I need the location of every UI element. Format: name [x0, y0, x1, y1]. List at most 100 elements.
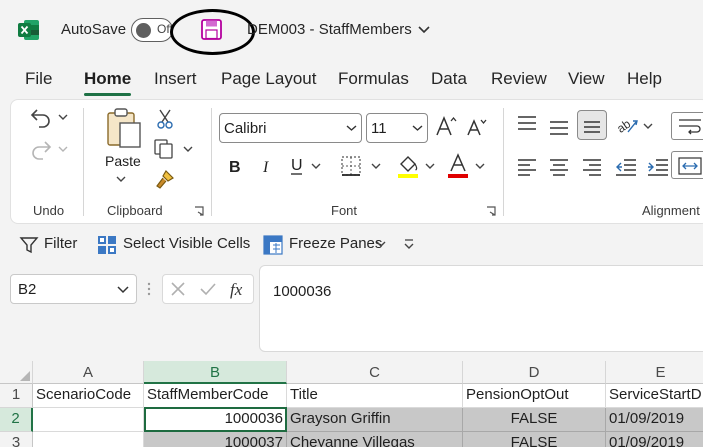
tab-page-layout[interactable]: Page Layout	[221, 69, 316, 89]
bottom-align-button[interactable]	[577, 110, 607, 140]
paste-label[interactable]: Paste	[105, 153, 141, 169]
align-right-icon[interactable]	[581, 158, 603, 176]
undo-chevron-icon[interactable]	[58, 113, 68, 121]
orientation-chevron-icon[interactable]	[643, 122, 653, 130]
filter-button[interactable]: Filter	[44, 235, 77, 252]
autosave-toggle[interactable]: Off	[131, 18, 173, 42]
tab-review[interactable]: Review	[491, 69, 547, 89]
chevron-down-icon[interactable]	[417, 24, 431, 36]
cell-a1[interactable]: ScenarioCode	[33, 384, 144, 408]
fill-color-icon[interactable]	[397, 153, 419, 179]
borders-icon[interactable]	[340, 155, 362, 177]
chevron-down-icon	[117, 286, 129, 294]
cell-b3[interactable]: 1000037	[144, 432, 287, 447]
decrease-font-size-icon[interactable]	[466, 117, 488, 137]
row-header-3[interactable]: 3	[0, 432, 33, 447]
middle-align-icon[interactable]	[548, 118, 570, 136]
paste-chevron-icon[interactable]	[116, 175, 126, 183]
column-header-b[interactable]: B	[144, 361, 287, 384]
svg-text:B: B	[229, 159, 241, 175]
column-header-c[interactable]: C	[287, 361, 463, 384]
formula-value: 1000036	[273, 283, 332, 300]
dialog-launcher-icon[interactable]	[194, 206, 204, 216]
tab-data[interactable]: Data	[431, 69, 467, 89]
copy-icon[interactable]	[153, 138, 175, 160]
cell-c1[interactable]: Title	[287, 384, 463, 408]
column-header-d[interactable]: D	[463, 361, 606, 384]
tab-help[interactable]: Help	[627, 69, 662, 89]
select-visible-cells-icon[interactable]	[97, 235, 117, 255]
decrease-indent-icon[interactable]	[614, 158, 638, 176]
increase-indent-icon[interactable]	[646, 158, 670, 176]
increase-font-size-icon[interactable]	[435, 115, 457, 137]
dialog-launcher-icon[interactable]	[486, 206, 496, 216]
freeze-panes-button[interactable]: Freeze Panes	[289, 235, 382, 252]
cell-d1[interactable]: PensionOptOut	[463, 384, 606, 408]
name-box[interactable]: B2	[10, 274, 137, 304]
merge-center-button[interactable]	[671, 151, 703, 179]
document-title[interactable]: DEM003 - StaffMembers	[247, 21, 412, 38]
cell-a2[interactable]	[33, 408, 144, 432]
cell-c3[interactable]: Cheyanne Villegas	[287, 432, 463, 447]
cell-c2[interactable]: Grayson Griffin	[287, 408, 463, 432]
active-cell-outline	[144, 407, 287, 432]
worksheet-grid[interactable]: A B C D E 1 2 3 ScenarioCode StaffMember…	[0, 361, 703, 447]
bold-icon[interactable]: B	[226, 157, 242, 175]
autosave-label: AutoSave	[61, 21, 127, 38]
align-left-icon[interactable]	[516, 158, 538, 176]
italic-icon[interactable]: I	[259, 157, 275, 175]
cell-d3[interactable]: FALSE	[463, 432, 606, 447]
active-tab-indicator	[84, 93, 131, 96]
redo-icon[interactable]	[29, 138, 53, 160]
paste-icon[interactable]	[106, 107, 142, 149]
tab-insert[interactable]: Insert	[154, 69, 197, 89]
group-label-undo: Undo	[33, 203, 65, 218]
svg-text:ab: ab	[616, 116, 633, 135]
row-header-1[interactable]: 1	[0, 384, 33, 408]
filter-icon[interactable]	[19, 235, 39, 255]
tab-formulas[interactable]: Formulas	[338, 69, 409, 89]
format-painter-icon[interactable]	[154, 168, 176, 190]
cell-e1[interactable]: ServiceStartD	[606, 384, 703, 408]
more-options-chevron-icon[interactable]	[403, 237, 415, 251]
name-box-value: B2	[18, 281, 37, 298]
tab-view[interactable]: View	[568, 69, 605, 89]
column-header-e[interactable]: E	[606, 361, 703, 384]
svg-text:I: I	[262, 159, 269, 175]
font-size-select[interactable]: 11	[366, 113, 428, 143]
freeze-panes-icon[interactable]	[263, 235, 283, 255]
wrap-text-button[interactable]	[671, 112, 703, 140]
select-visible-cells-button[interactable]: Select Visible Cells	[123, 235, 250, 252]
vertical-ellipsis-icon[interactable]	[146, 281, 152, 297]
insert-function-icon[interactable]: fx	[229, 279, 249, 299]
cancel-icon[interactable]	[170, 281, 186, 297]
row-header-2[interactable]: 2	[0, 408, 33, 432]
formula-input[interactable]: 1000036	[259, 265, 703, 352]
cut-icon[interactable]	[155, 108, 175, 130]
cell-b1[interactable]: StaffMemberCode	[144, 384, 287, 408]
cell-e2[interactable]: 01/09/2019	[606, 408, 703, 432]
group-label-clipboard: Clipboard	[107, 203, 163, 218]
undo-icon[interactable]	[29, 106, 53, 128]
enter-check-icon[interactable]	[199, 281, 217, 297]
align-center-icon[interactable]	[548, 158, 570, 176]
top-align-icon[interactable]	[516, 115, 538, 133]
cell-e3[interactable]: 01/09/2019	[606, 432, 703, 447]
column-header-a[interactable]: A	[33, 361, 144, 384]
tab-file[interactable]: File	[25, 69, 52, 89]
freeze-panes-chevron-icon[interactable]	[376, 240, 386, 248]
borders-chevron-icon[interactable]	[371, 162, 381, 170]
cell-d2[interactable]: FALSE	[463, 408, 606, 432]
copy-chevron-icon[interactable]	[183, 145, 193, 153]
font-name-select[interactable]: Calibri	[219, 113, 362, 143]
underline-icon[interactable]: U	[288, 156, 306, 176]
font-color-chevron-icon[interactable]	[475, 162, 485, 170]
select-all-corner[interactable]	[0, 361, 33, 384]
fill-color-chevron-icon[interactable]	[425, 162, 435, 170]
tab-home[interactable]: Home	[84, 69, 131, 89]
underline-chevron-icon[interactable]	[311, 162, 321, 170]
font-color-icon[interactable]	[447, 153, 469, 179]
redo-chevron-icon[interactable]	[58, 145, 68, 153]
orientation-icon[interactable]: ab	[616, 114, 640, 136]
cell-a3[interactable]	[33, 432, 144, 447]
